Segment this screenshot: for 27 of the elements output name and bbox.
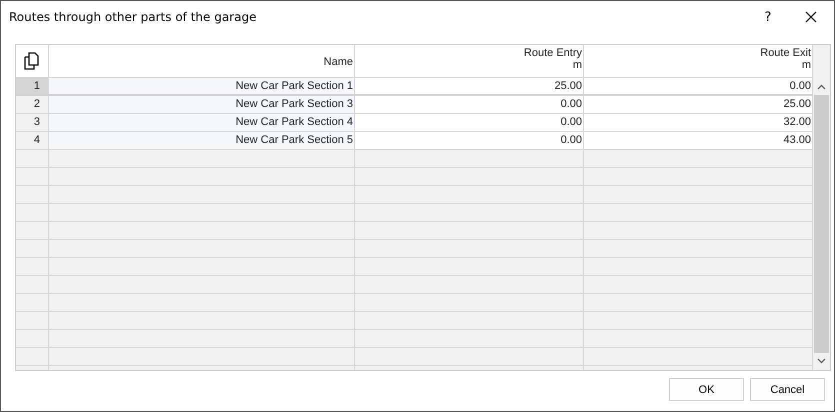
window-title: Routes through other parts of the garage [9,10,258,24]
row-header[interactable]: 4 [16,132,49,150]
table-cell: 25.00 [355,78,584,96]
column-header[interactable]: Name [49,45,355,78]
close-icon [805,11,817,23]
row-header[interactable]: 1 [16,78,49,96]
table-cell: 0.00 [355,96,584,114]
table-cell: 25.00 [584,96,813,114]
table-cell: 32.00 [584,114,813,132]
dialog-button[interactable]: OK [669,378,744,401]
row-header[interactable]: 2 [16,96,49,114]
table-cell: New Car Park Section 5 [49,132,355,150]
table-cell: 43.00 [584,132,813,150]
table-cell: 0.00 [584,78,813,96]
scroll-up-icon[interactable] [817,84,826,90]
row-header[interactable]: 3 [16,114,49,132]
column-header[interactable]: Route Exit m [584,45,813,78]
table-cell: New Car Park Section 3 [49,96,355,114]
column-header[interactable]: Route Entry m [355,45,584,78]
help-button[interactable]: ? [748,1,788,33]
table-cell: 0.00 [355,114,584,132]
scroll-down-icon[interactable] [817,358,826,364]
table-cell: 0.00 [355,132,584,150]
table-cell: New Car Park Section 4 [49,114,355,132]
copy-icon[interactable] [24,52,40,70]
dialog-button[interactable]: Cancel [750,378,825,401]
table-cell: New Car Park Section 1 [49,78,355,96]
